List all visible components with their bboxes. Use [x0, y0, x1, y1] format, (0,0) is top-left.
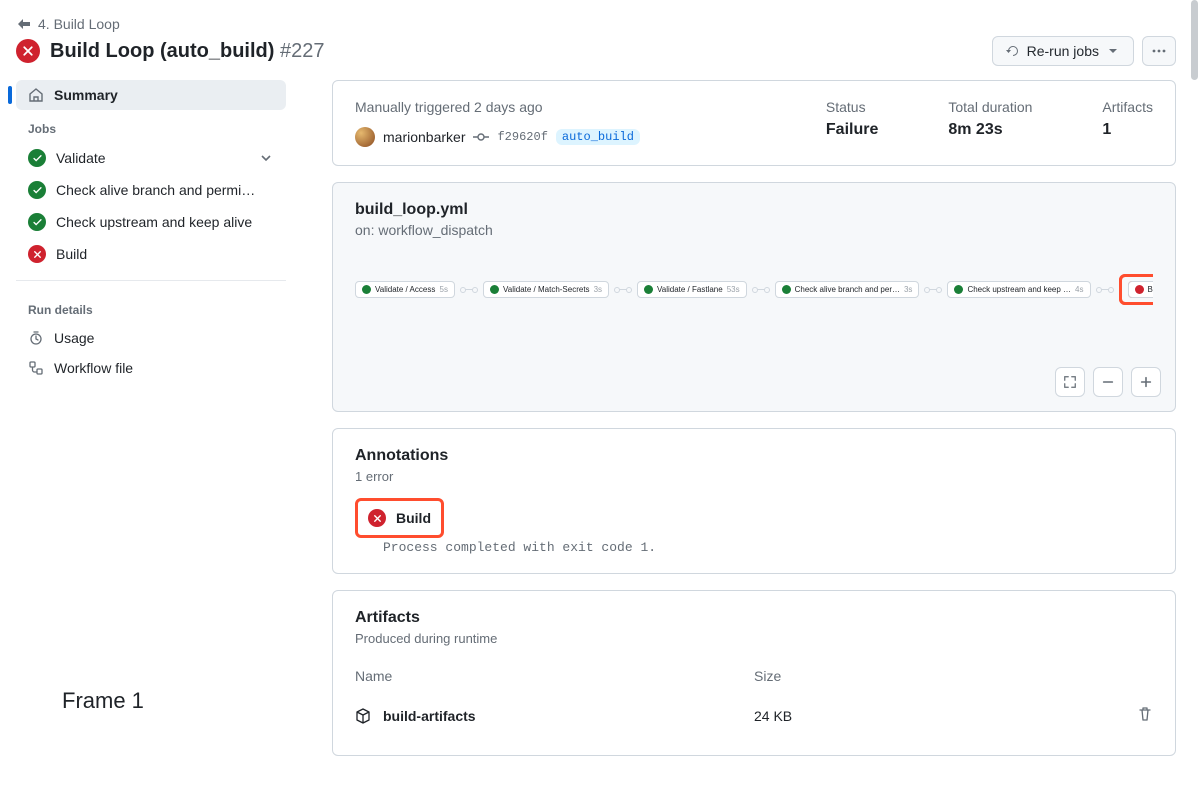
graph-edge: [617, 289, 629, 290]
artifact-row[interactable]: build-artifacts 24 KB: [355, 694, 1153, 737]
title-row: Build Loop (auto_build) #227 Re-run jobs: [16, 36, 1176, 66]
annotations-heading: Annotations: [355, 447, 1153, 465]
breadcrumb-back[interactable]: 4. Build Loop: [16, 16, 1176, 32]
home-icon: [28, 87, 44, 103]
artifact-delete-button[interactable]: [1073, 706, 1153, 725]
sidebar-job-check-upstream[interactable]: Check upstream and keep alive: [16, 206, 286, 238]
graph-edge: [1099, 289, 1111, 290]
artifacts-label: Artifacts: [1102, 99, 1153, 115]
status-label: Status: [826, 99, 878, 115]
sidebar-job-check-alive[interactable]: Check alive branch and permi…: [16, 174, 286, 206]
annotation-message: Process completed with exit code 1.: [383, 540, 1153, 555]
run-summary-card: Manually triggered 2 days ago marionbark…: [332, 80, 1176, 166]
annotations-count: 1 error: [355, 469, 1153, 484]
kebab-menu-button[interactable]: [1142, 36, 1176, 66]
zoom-in-button[interactable]: [1131, 367, 1161, 397]
artifact-name: build-artifacts: [383, 708, 476, 724]
run-number: #227: [280, 40, 325, 62]
graph-edge: [463, 289, 475, 290]
annotation-highlight: Build 6m 15s: [1119, 274, 1154, 305]
sidebar-divider: [16, 280, 286, 281]
trigger-label: Manually triggered 2 days ago: [355, 99, 756, 115]
breadcrumb-label: 4. Build Loop: [38, 16, 120, 32]
workflow-graph[interactable]: Validate / Access 5s Validate / Match-Se…: [355, 274, 1153, 305]
commit-sha[interactable]: f29620f: [497, 130, 547, 144]
commit-icon: [473, 129, 489, 145]
status-value: Failure: [826, 121, 878, 139]
arrow-left-icon: [16, 16, 32, 32]
graph-edge: [927, 289, 939, 290]
check-icon: [28, 149, 46, 167]
artifacts-subheading: Produced during runtime: [355, 631, 1153, 646]
chevron-down-icon: [258, 150, 274, 166]
duration-label: Total duration: [948, 99, 1032, 115]
graph-node-build[interactable]: Build 6m 15s: [1128, 281, 1154, 298]
sidebar-job-build[interactable]: Build: [16, 238, 286, 270]
duration-value[interactable]: 8m 23s: [948, 121, 1032, 139]
graph-node[interactable]: Check upstream and keep … 4s: [947, 281, 1090, 298]
sidebar-job-validate[interactable]: Validate: [16, 142, 286, 174]
artifacts-count[interactable]: 1: [1102, 121, 1153, 139]
artifacts-table-header: Name Size: [355, 668, 1153, 694]
graph-node[interactable]: Check alive branch and per… 3s: [775, 281, 920, 298]
sidebar-workflow-file[interactable]: Workflow file: [16, 353, 286, 383]
stopwatch-icon: [28, 330, 44, 346]
package-icon: [355, 708, 371, 724]
graph-edge: [755, 289, 767, 290]
sidebar-run-details-label: Run details: [16, 291, 286, 323]
x-icon: [28, 245, 46, 263]
kebab-icon: [1151, 43, 1167, 59]
rerun-jobs-button[interactable]: Re-run jobs: [992, 36, 1134, 66]
frame-label: Frame 1: [62, 688, 144, 714]
caret-down-icon: [1105, 43, 1121, 59]
col-size: Size: [754, 668, 1073, 684]
actor-avatar[interactable]: [355, 127, 375, 147]
vertical-scrollbar[interactable]: [1191, 0, 1198, 80]
artifacts-card: Artifacts Produced during runtime Name S…: [332, 590, 1176, 756]
workflow-file-name[interactable]: build_loop.yml: [355, 201, 1153, 219]
sidebar-summary[interactable]: Summary: [16, 80, 286, 110]
artifact-size: 24 KB: [754, 708, 1073, 724]
page-title: Build Loop (auto_build) #227: [50, 40, 324, 63]
workflow-icon: [28, 360, 44, 376]
annotation-item[interactable]: Build: [355, 498, 444, 538]
annotations-card: Annotations 1 error Build Process comple…: [332, 428, 1176, 574]
col-name: Name: [355, 668, 754, 684]
run-status-fail-icon: [16, 39, 40, 63]
x-icon: [368, 509, 386, 527]
check-icon: [28, 213, 46, 231]
graph-node[interactable]: Validate / Match-Secrets 3s: [483, 281, 609, 298]
annotation-label: Build: [396, 510, 431, 526]
graph-node[interactable]: Validate / Access 5s: [355, 281, 455, 298]
workflow-trigger: on: workflow_dispatch: [355, 222, 1153, 238]
workflow-graph-card: build_loop.yml on: workflow_dispatch Val…: [332, 182, 1176, 412]
check-icon: [28, 181, 46, 199]
sidebar: Summary Jobs Validate Check alive branch…: [16, 80, 286, 383]
artifacts-heading: Artifacts: [355, 609, 1153, 627]
sidebar-jobs-label: Jobs: [16, 110, 286, 142]
fullscreen-button[interactable]: [1055, 367, 1085, 397]
zoom-out-button[interactable]: [1093, 367, 1123, 397]
sync-icon: [1005, 43, 1021, 59]
sidebar-usage[interactable]: Usage: [16, 323, 286, 353]
main-content: Manually triggered 2 days ago marionbark…: [332, 80, 1176, 812]
branch-chip[interactable]: auto_build: [556, 129, 640, 145]
graph-node[interactable]: Validate / Fastlane 53s: [637, 281, 747, 298]
actor-name[interactable]: marionbarker: [383, 129, 465, 145]
